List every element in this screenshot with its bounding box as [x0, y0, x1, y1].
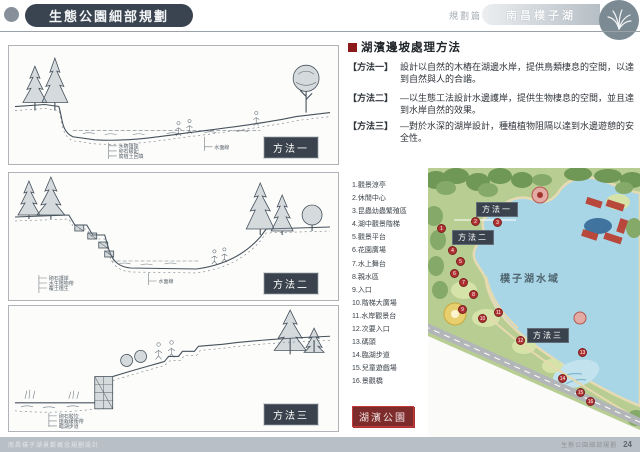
- method-paragraph-1: 【方法一】 設計以自然的木樁在湖邊水岸，提供鳥類棲息的空間，以達到自然與人的合諧…: [348, 62, 637, 85]
- map-marker: 10: [478, 314, 487, 323]
- map-marker: 2: [471, 217, 480, 226]
- list-item: 2.休閒中心: [352, 192, 428, 205]
- map-marker: 16: [586, 397, 595, 406]
- page-title: 生態公園細部規劃: [49, 6, 169, 25]
- map-marker: 15: [576, 388, 585, 397]
- svg-text:水面線: 水面線: [159, 278, 174, 285]
- header-divider: [0, 31, 640, 32]
- method-tag-1: 方法一: [264, 137, 318, 158]
- svg-text:水面線: 水面線: [214, 144, 229, 151]
- page-title-banner: 生態公園細部規劃: [25, 4, 193, 27]
- master-plan-map: 方法一 方法二 方法三 樸子湖水域 1 2 3 4 5 6 7 8 9 10 1…: [428, 168, 640, 437]
- list-item: 10.階梯大廣場: [352, 297, 428, 310]
- method-text: 設計以自然的木樁在湖邊水岸，提供鳥類棲息的空間，以達到自然與人的合諧。: [400, 62, 637, 85]
- list-item: 4.湖中觀景階梯: [352, 218, 428, 231]
- method-tag-2: 方法二: [264, 273, 318, 294]
- method-text: —以生態工法設計水邊護岸，提供生物棲息的空間，並且達到水岸自然的效果。: [400, 93, 637, 116]
- company-logo: [599, 0, 639, 40]
- map-marker: 12: [516, 336, 525, 345]
- map-marker: 5: [456, 257, 465, 266]
- list-item: 3.昆蟲幼蟲繁殖區: [352, 205, 428, 218]
- map-marker: 3: [493, 218, 502, 227]
- map-marker: 4: [448, 246, 457, 255]
- section-heading-text: 湖濱邊坡處理方法: [361, 39, 461, 55]
- list-item: 11.水岸觀景台: [352, 310, 428, 323]
- list-item: 5.觀景平台: [352, 231, 428, 244]
- map-method-tag-2: 方法二: [452, 230, 494, 245]
- section-panel-3: 砌石駁坎 植栽緩衝帶 臨湖步道 方法三: [8, 305, 339, 432]
- map-marker: 7: [459, 278, 468, 287]
- method-label: 【方法三】: [348, 121, 400, 144]
- project-name: 南昌樸子湖: [506, 7, 576, 23]
- map-marker: 8: [469, 290, 478, 299]
- method-label: 【方法二】: [348, 93, 400, 116]
- method-tag-3: 方法三: [264, 404, 318, 425]
- page-number: 24: [623, 440, 632, 449]
- chapter-tag: 規劃篇: [449, 9, 482, 22]
- method-text: —對於水深的湖岸設計，種植植物阻隔以達到水邊遊憩的安全性。: [400, 121, 637, 144]
- method-label: 【方法一】: [348, 62, 400, 85]
- list-item: 7.水上舞台: [352, 258, 428, 271]
- svg-text:臨湖步道: 臨湖步道: [59, 423, 79, 430]
- list-item: 9.入口: [352, 284, 428, 297]
- svg-text:覆土植生: 覆土植生: [49, 285, 69, 292]
- map-method-tag-1: 方法一: [476, 202, 518, 217]
- map-marker: 13: [578, 348, 587, 357]
- list-item: 16.景觀橋: [352, 375, 428, 388]
- map-method-tag-3: 方法三: [527, 328, 569, 343]
- park-name-label: 湖濱公園: [352, 406, 414, 427]
- map-marker: 6: [450, 269, 459, 278]
- section-panel-1: 木樁護岸 卵石級配 腐植土回填 水面線 方法一: [8, 45, 339, 165]
- list-item: 12.次要入口: [352, 323, 428, 336]
- footer-left-text: 南昌樸子湖景觀概念規劃設計: [8, 440, 99, 449]
- header-bullet-circle: [4, 7, 19, 22]
- project-banner: 南昌樸子湖: [482, 4, 600, 25]
- list-item: 1.觀景涼亭: [352, 179, 428, 192]
- lake-name-label: 樸子湖水域: [500, 270, 560, 285]
- plan-map-drawing: [428, 168, 640, 437]
- list-item: 14.臨湖步道: [352, 349, 428, 362]
- section-panel-2: 砌石護岸 水生植物帶 覆土植生 水面線 方法二: [8, 172, 339, 301]
- map-marker: 9: [458, 305, 467, 314]
- list-item: 13.碼頭: [352, 336, 428, 349]
- red-square-bullet: [348, 43, 357, 52]
- footer-right-text: 生態公園細部規劃: [561, 440, 617, 449]
- footer-bar: 南昌樸子湖景觀概念規劃設計 生態公園細部規劃 24: [0, 437, 640, 452]
- list-item: 8.親水區: [352, 271, 428, 284]
- map-marker: 14: [558, 374, 567, 383]
- svg-text:腐植土回填: 腐植土回填: [119, 153, 144, 160]
- list-item: 6.花園廣場: [352, 244, 428, 257]
- map-marker: 1: [437, 224, 446, 233]
- method-paragraph-2: 【方法二】 —以生態工法設計水邊護岸，提供生物棲息的空間，並且達到水岸自然的效果…: [348, 93, 637, 116]
- section-heading: 湖濱邊坡處理方法: [348, 39, 461, 55]
- feature-legend-list: 1.觀景涼亭 2.休閒中心 3.昆蟲幼蟲繁殖區 4.湖中觀景階梯 5.觀景平台 …: [352, 179, 428, 389]
- map-marker: 11: [494, 308, 503, 317]
- list-item: 15.兒童遊戲場: [352, 362, 428, 375]
- method-paragraph-3: 【方法三】 —對於水深的湖岸設計，種植植物阻隔以達到水邊遊憩的安全性。: [348, 121, 637, 144]
